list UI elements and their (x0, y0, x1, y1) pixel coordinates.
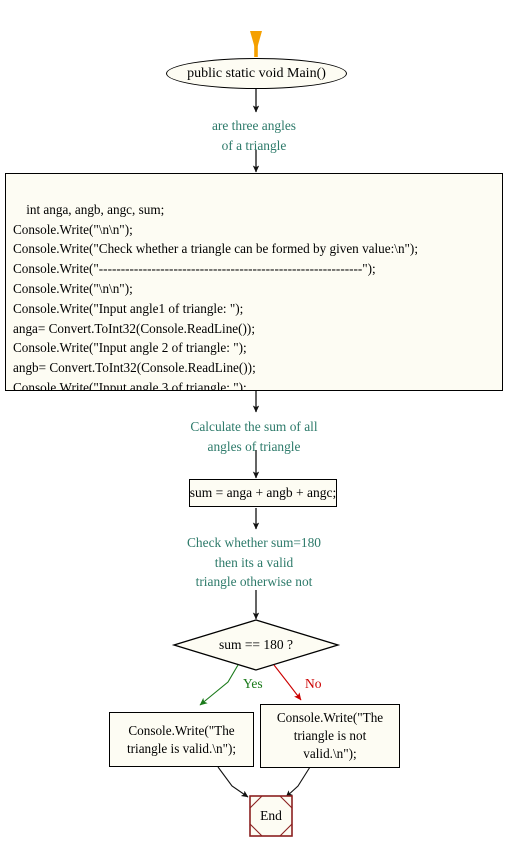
terminator-end[interactable]: End (250, 796, 292, 836)
flowchart-canvas: public static void Main() are three angl… (0, 0, 508, 849)
code-block-text: int anga, angb, angc, sum; Console.Write… (13, 201, 418, 391)
code-block-node[interactable]: int anga, angb, angc, sum; Console.Write… (5, 173, 503, 391)
branch-label-no: No (305, 676, 322, 691)
branch-label-yes: Yes (243, 676, 263, 691)
process-sum-label: sum = anga + angb + angc; (189, 485, 337, 500)
output-triangle-valid[interactable]: Console.Write("The triangle is valid.\n"… (109, 712, 254, 767)
decision-label: sum == 180 ? (218, 637, 294, 652)
output-triangle-invalid-text: Console.Write("The triangle is not valid… (276, 710, 384, 761)
output-triangle-valid-text: Console.Write("The triangle is valid.\n"… (126, 722, 237, 756)
annotation-input-angles: are three angles of a triangle (211, 118, 296, 153)
annotation-check-sum: Check whether sum=180 then its a valid t… (187, 535, 321, 589)
terminator-start-label: public static void Main() (187, 65, 326, 81)
output-triangle-invalid[interactable]: Console.Write("The triangle is not valid… (260, 704, 400, 768)
annotation-calculate-sum: Calculate the sum of all angles of trian… (190, 419, 318, 454)
terminator-start[interactable]: public static void Main() (166, 58, 347, 89)
terminator-end-label: End (260, 808, 282, 823)
process-sum[interactable]: sum = anga + angb + angc; (189, 479, 337, 507)
decision-node[interactable]: sum == 180 ? (174, 620, 338, 670)
start-arrow-icon (250, 31, 262, 57)
